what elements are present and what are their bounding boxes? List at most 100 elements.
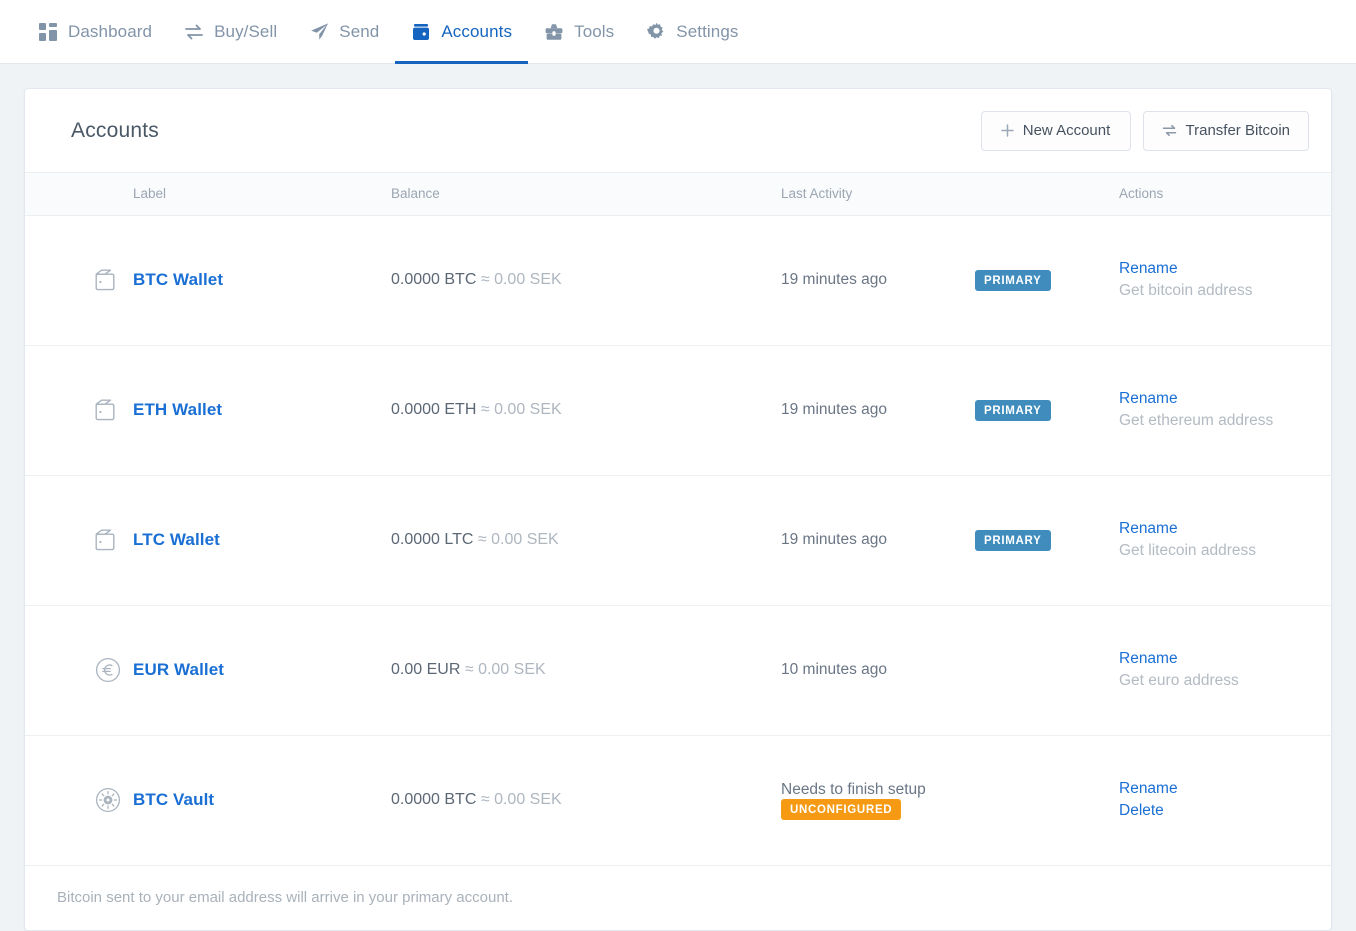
nav-label-settings: Settings — [676, 21, 739, 41]
approx-symbol: ≈ — [480, 401, 490, 418]
rename-link[interactable]: Rename — [1119, 388, 1331, 410]
nav-item-send[interactable]: Send — [293, 0, 395, 64]
approx-symbol: ≈ — [477, 531, 487, 548]
grid-icon — [38, 22, 58, 42]
account-label-cell: EUR Wallet — [133, 605, 391, 735]
accounts-table-body: BTC Wallet 0.0000 BTC ≈ 0.00 SEK 19 minute… — [25, 215, 1331, 865]
balance-fiat: 0.00 SEK — [494, 271, 562, 288]
new-account-label: New Account — [1022, 122, 1111, 139]
header-actions: New Account Transfer Bitcoin — [980, 110, 1309, 151]
nav-label-buy-sell: Buy/Sell — [214, 21, 278, 41]
rename-link[interactable]: Rename — [1119, 778, 1331, 800]
last-activity-text: 10 minutes ago — [781, 661, 887, 678]
rename-link[interactable]: Rename — [1119, 648, 1331, 670]
nav-item-buy-sell[interactable]: Buy/Sell — [168, 0, 293, 64]
last-activity-text: 19 minutes ago — [781, 530, 887, 548]
approx-symbol: ≈ — [480, 271, 490, 288]
nav-item-dashboard[interactable]: Dashboard — [22, 0, 168, 64]
secondary-action-link[interactable]: Get ethereum address — [1119, 410, 1331, 432]
rename-link[interactable]: Rename — [1119, 258, 1331, 280]
account-label-link[interactable]: EUR Wallet — [133, 660, 224, 679]
secondary-action-link[interactable]: Get litecoin address — [1119, 540, 1331, 562]
balance-amount: 0.00 EUR — [391, 661, 461, 678]
last-activity-text: Needs to finish setup — [781, 780, 926, 798]
account-activity-cell: Needs to finish setupUNCONFIGURED — [781, 735, 1119, 865]
account-balance-cell: 0.0000 BTC ≈ 0.00 SEK — [391, 215, 781, 345]
gear-icon — [646, 22, 666, 42]
transfer-bitcoin-label: Transfer Bitcoin — [1185, 122, 1290, 139]
nav-label-send: Send — [339, 21, 380, 41]
account-label-link[interactable]: BTC Wallet — [133, 270, 223, 289]
nav-label-tools: Tools — [574, 21, 615, 41]
account-label-link[interactable]: ETH Wallet — [133, 400, 222, 419]
account-icon-cell — [25, 215, 133, 345]
table-header-row: Label Balance Last Activity Actions — [25, 173, 1331, 216]
exchange-icon — [184, 22, 204, 42]
balance-fiat: 0.00 SEK — [478, 661, 546, 678]
page-title: Accounts — [71, 118, 159, 142]
last-activity-text: 19 minutes ago — [781, 400, 887, 418]
account-label-link[interactable]: LTC Wallet — [133, 530, 220, 549]
nav-item-tools[interactable]: Tools — [528, 0, 630, 64]
table-row: BTC Vault 0.0000 BTC ≈ 0.00 SEK Needs to f… — [25, 735, 1331, 865]
secondary-action-link[interactable]: Get bitcoin address — [1119, 280, 1331, 302]
status-badge: PRIMARY — [975, 529, 1051, 551]
account-label-cell: LTC Wallet — [133, 475, 391, 605]
account-activity-cell: 19 minutes ago PRIMARY — [781, 215, 1119, 345]
column-header-actions: Actions — [1119, 173, 1331, 216]
status-badge: PRIMARY — [975, 399, 1051, 421]
account-balance-cell: 0.0000 LTC ≈ 0.00 SEK — [391, 475, 781, 605]
wallet-outline-icon — [25, 399, 133, 421]
account-activity-cell: 19 minutes ago PRIMARY — [781, 345, 1119, 475]
plus-icon — [1000, 124, 1014, 137]
account-label-cell: ETH Wallet — [133, 345, 391, 475]
footer-note-text: Bitcoin sent to your email address will … — [57, 889, 514, 906]
accounts-table-header: Label Balance Last Activity Actions — [25, 173, 1331, 216]
account-balance: 0.00 EUR ≈ 0.00 SEK — [391, 661, 546, 678]
transfer-bitcoin-button[interactable]: Transfer Bitcoin — [1142, 110, 1309, 151]
new-account-button[interactable]: New Account — [980, 110, 1131, 151]
account-actions-cell: Rename Get ethereum address — [1119, 345, 1331, 475]
nav-label-accounts: Accounts — [441, 21, 513, 41]
last-activity-text: 19 minutes ago — [781, 270, 887, 288]
account-balance-cell: 0.0000 ETH ≈ 0.00 SEK — [391, 345, 781, 475]
status-badge: PRIMARY — [975, 269, 1051, 291]
approx-symbol: ≈ — [464, 661, 474, 678]
wallet-icon — [411, 22, 431, 42]
accounts-table: Label Balance Last Activity Actions BTC … — [25, 173, 1331, 866]
account-balance-cell: 0.0000 BTC ≈ 0.00 SEK — [391, 735, 781, 865]
column-header-label: Label — [133, 173, 391, 216]
table-row: LTC Wallet 0.0000 LTC ≈ 0.00 SEK 19 minute… — [25, 475, 1331, 605]
balance-amount: 0.0000 BTC — [391, 791, 477, 808]
accounts-card: Accounts New Account Transfer Bitcoin La… — [24, 88, 1332, 931]
rename-link[interactable]: Rename — [1119, 518, 1331, 540]
balance-fiat: 0.00 SEK — [494, 401, 562, 418]
vault-dial-icon — [25, 787, 133, 813]
table-row: BTC Wallet 0.0000 BTC ≈ 0.00 SEK 19 minute… — [25, 215, 1331, 345]
account-icon-cell — [25, 475, 133, 605]
nav-label-dashboard: Dashboard — [68, 21, 153, 41]
account-balance: 0.0000 ETH ≈ 0.00 SEK — [391, 401, 562, 418]
secondary-action-link[interactable]: Get euro address — [1119, 670, 1331, 692]
column-header-icon — [25, 173, 133, 216]
account-activity-cell: 10 minutes ago — [781, 605, 1119, 735]
account-activity-cell: 19 minutes ago PRIMARY — [781, 475, 1119, 605]
accounts-footer-note: Bitcoin sent to your email address will … — [25, 866, 1331, 930]
paper-plane-icon — [309, 22, 329, 42]
column-header-last-activity: Last Activity — [781, 173, 1119, 216]
account-balance: 0.0000 LTC ≈ 0.00 SEK — [391, 531, 559, 548]
account-label-link[interactable]: BTC Vault — [133, 790, 214, 809]
nav-item-settings[interactable]: Settings — [630, 0, 754, 64]
secondary-action-link[interactable]: Delete — [1119, 800, 1331, 822]
table-row: EUR Wallet 0.00 EUR ≈ 0.00 SEK 10 minutes … — [25, 605, 1331, 735]
euro-circle-icon — [25, 657, 133, 683]
wallet-outline-icon — [25, 269, 133, 291]
account-label-cell: BTC Wallet — [133, 215, 391, 345]
transfer-icon — [1162, 124, 1177, 137]
account-icon-cell — [25, 605, 133, 735]
nav-item-accounts[interactable]: Accounts — [395, 0, 528, 64]
accounts-card-header: Accounts New Account Transfer Bitcoin — [25, 89, 1331, 173]
account-actions-cell: Rename Get euro address — [1119, 605, 1331, 735]
status-badge: UNCONFIGURED — [781, 798, 902, 820]
account-actions-cell: Rename Get litecoin address — [1119, 475, 1331, 605]
